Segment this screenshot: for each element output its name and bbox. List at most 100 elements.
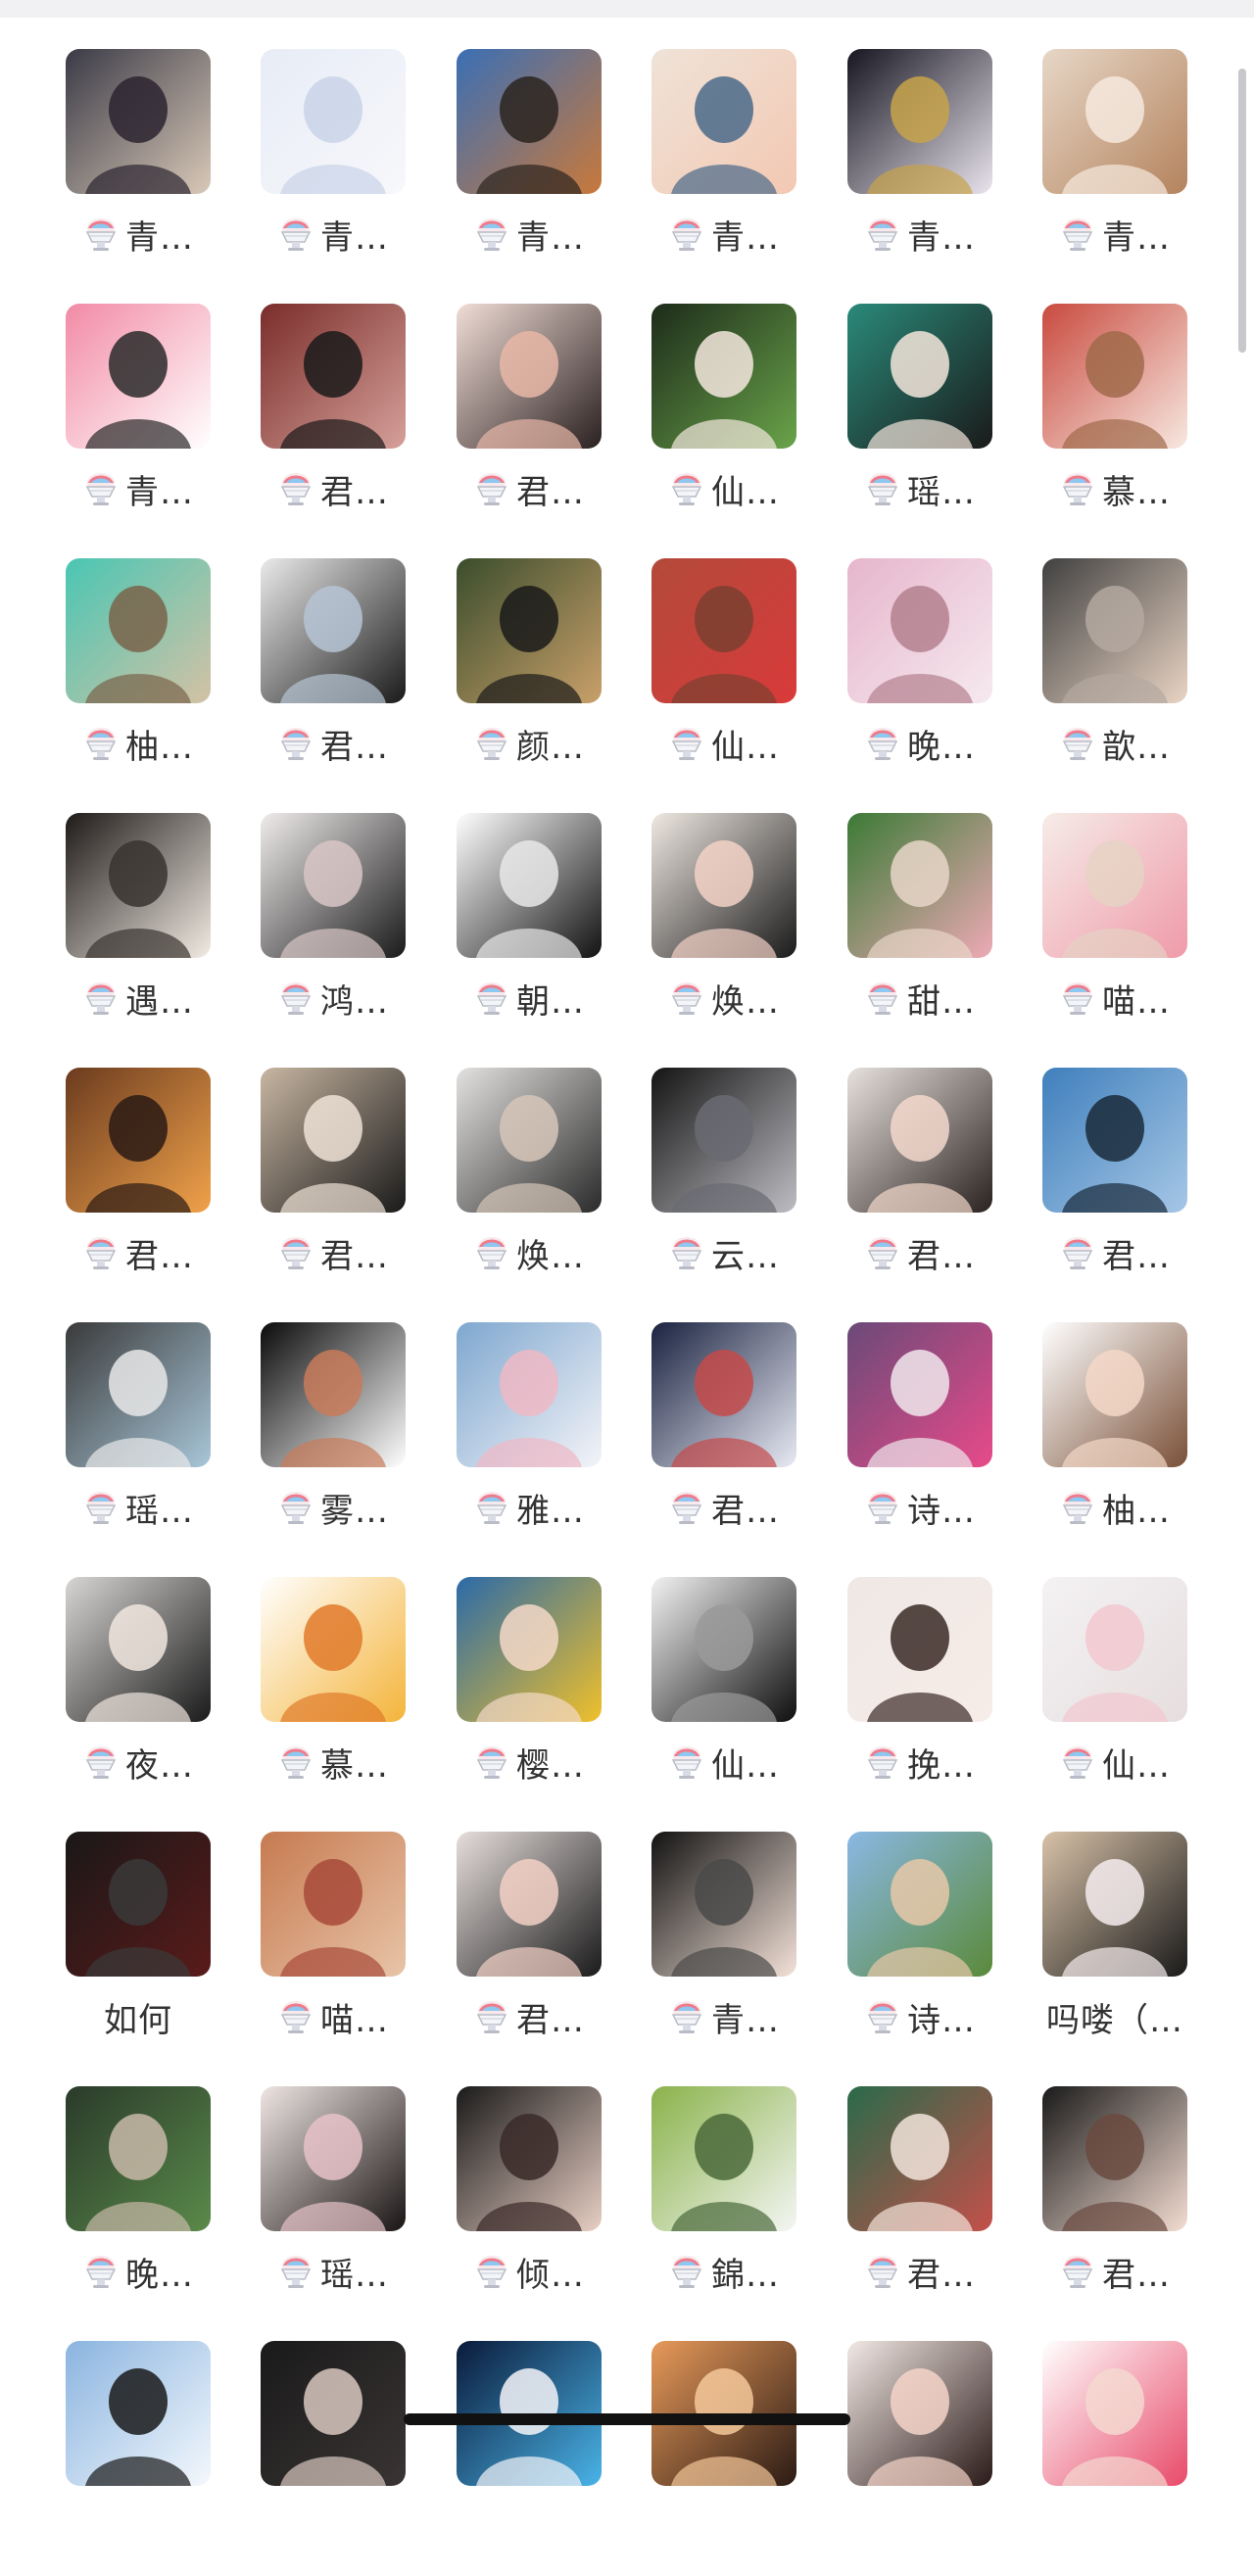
contact-cell[interactable]: 倾… bbox=[408, 2086, 603, 2321]
avatar[interactable] bbox=[261, 2086, 406, 2231]
contact-cell[interactable]: 歆… bbox=[993, 558, 1189, 793]
avatar[interactable] bbox=[66, 558, 211, 703]
contact-cell[interactable]: 樱… bbox=[408, 1577, 603, 1812]
contact-cell[interactable]: 君… bbox=[212, 1068, 408, 1303]
avatar[interactable] bbox=[1042, 813, 1187, 958]
avatar[interactable] bbox=[66, 813, 211, 958]
contact-cell[interactable]: 夜… bbox=[17, 1577, 213, 1812]
avatar[interactable] bbox=[1042, 49, 1187, 194]
contact-cell[interactable]: 遇… bbox=[17, 813, 213, 1048]
avatar[interactable] bbox=[651, 1577, 796, 1722]
contact-cell[interactable]: 晚… bbox=[798, 558, 994, 793]
contact-cell[interactable]: 诗… bbox=[798, 1832, 994, 2067]
contact-cell[interactable]: 瑶… bbox=[798, 304, 994, 539]
contact-cell[interactable]: 仙… bbox=[603, 304, 798, 539]
avatar[interactable] bbox=[1042, 304, 1187, 449]
contact-cell[interactable]: 仙… bbox=[993, 1577, 1189, 1812]
avatar[interactable] bbox=[651, 1832, 796, 1977]
contact-cell[interactable] bbox=[798, 2341, 994, 2576]
avatar[interactable] bbox=[457, 1832, 602, 1977]
avatar[interactable] bbox=[1042, 1832, 1187, 1977]
avatar[interactable] bbox=[1042, 1068, 1187, 1213]
avatar[interactable] bbox=[847, 813, 992, 958]
avatar[interactable] bbox=[261, 1068, 406, 1213]
contact-cell[interactable]: 君… bbox=[212, 304, 408, 539]
contact-cell[interactable]: 青… bbox=[603, 49, 798, 284]
contact-cell[interactable]: 青… bbox=[993, 49, 1189, 284]
avatar[interactable] bbox=[457, 49, 602, 194]
contact-cell[interactable]: 仙… bbox=[603, 1577, 798, 1812]
contact-cell[interactable]: 青… bbox=[17, 49, 213, 284]
avatar[interactable] bbox=[457, 813, 602, 958]
contact-cell[interactable]: 君… bbox=[603, 1322, 798, 1557]
contact-cell[interactable]: 瑶… bbox=[17, 1322, 213, 1557]
contact-cell[interactable]: 柚… bbox=[17, 558, 213, 793]
home-indicator[interactable] bbox=[404, 2413, 850, 2425]
contact-cell[interactable]: 仙… bbox=[603, 558, 798, 793]
avatar[interactable] bbox=[1042, 2341, 1187, 2486]
contact-cell[interactable]: 甜… bbox=[798, 813, 994, 1048]
avatar[interactable] bbox=[261, 304, 406, 449]
contact-cell[interactable]: 青… bbox=[17, 304, 213, 539]
avatar[interactable] bbox=[651, 813, 796, 958]
avatar[interactable] bbox=[261, 1322, 406, 1467]
contact-cell[interactable]: 青… bbox=[212, 49, 408, 284]
avatar[interactable] bbox=[1042, 1577, 1187, 1722]
contact-cell[interactable]: 君… bbox=[17, 1068, 213, 1303]
contact-cell[interactable]: 焕… bbox=[603, 813, 798, 1048]
contact-cell[interactable] bbox=[408, 2341, 603, 2576]
avatar[interactable] bbox=[457, 2086, 602, 2231]
contact-cell[interactable]: 君… bbox=[993, 1068, 1189, 1303]
contact-cell[interactable] bbox=[17, 2341, 213, 2576]
contact-cell[interactable]: 青… bbox=[798, 49, 994, 284]
avatar[interactable] bbox=[651, 304, 796, 449]
avatar[interactable] bbox=[847, 304, 992, 449]
avatar[interactable] bbox=[847, 1068, 992, 1213]
avatar[interactable] bbox=[457, 1577, 602, 1722]
avatar[interactable] bbox=[651, 1322, 796, 1467]
contact-cell[interactable]: 吗喽（… bbox=[993, 1832, 1189, 2067]
contact-cell[interactable]: 如何 bbox=[17, 1832, 213, 2067]
contact-cell[interactable]: 君… bbox=[212, 558, 408, 793]
contact-cell[interactable] bbox=[993, 2341, 1189, 2576]
avatar[interactable] bbox=[847, 2086, 992, 2231]
contact-cell[interactable]: 云… bbox=[603, 1068, 798, 1303]
avatar[interactable] bbox=[1042, 2086, 1187, 2231]
avatar[interactable] bbox=[847, 1832, 992, 1977]
avatar[interactable] bbox=[261, 558, 406, 703]
avatar[interactable] bbox=[847, 2341, 992, 2486]
contact-cell[interactable]: 颜… bbox=[408, 558, 603, 793]
avatar[interactable] bbox=[66, 2341, 211, 2486]
avatar[interactable] bbox=[261, 813, 406, 958]
contact-cell[interactable]: 柚… bbox=[993, 1322, 1189, 1557]
contact-cell[interactable]: 挽… bbox=[798, 1577, 994, 1812]
contact-cell[interactable]: 瑶… bbox=[212, 2086, 408, 2321]
avatar[interactable] bbox=[847, 1322, 992, 1467]
contact-cell[interactable]: 诗… bbox=[798, 1322, 994, 1557]
contact-cell[interactable]: 君… bbox=[993, 2086, 1189, 2321]
contact-cell[interactable]: 鸿… bbox=[212, 813, 408, 1048]
avatar[interactable] bbox=[457, 1068, 602, 1213]
contact-cell[interactable]: 青… bbox=[603, 1832, 798, 2067]
avatar[interactable] bbox=[1042, 1322, 1187, 1467]
contact-cell[interactable]: 錦… bbox=[603, 2086, 798, 2321]
avatar[interactable] bbox=[66, 1322, 211, 1467]
avatar[interactable] bbox=[261, 1832, 406, 1977]
scrollbar[interactable] bbox=[1238, 69, 1246, 353]
avatar[interactable] bbox=[847, 49, 992, 194]
avatar[interactable] bbox=[66, 1577, 211, 1722]
contact-cell[interactable]: 焕… bbox=[408, 1068, 603, 1303]
avatar[interactable] bbox=[457, 558, 602, 703]
avatar[interactable] bbox=[66, 1832, 211, 1977]
contact-cell[interactable]: 慕… bbox=[993, 304, 1189, 539]
avatar[interactable] bbox=[261, 1577, 406, 1722]
contact-cell[interactable]: 雾… bbox=[212, 1322, 408, 1557]
avatar[interactable] bbox=[651, 2086, 796, 2231]
avatar[interactable] bbox=[261, 2341, 406, 2486]
contact-cell[interactable]: 喵… bbox=[993, 813, 1189, 1048]
avatar[interactable] bbox=[847, 1577, 992, 1722]
contact-cell[interactable] bbox=[212, 2341, 408, 2576]
contact-cell[interactable]: 慕… bbox=[212, 1577, 408, 1812]
avatar[interactable] bbox=[457, 1322, 602, 1467]
contact-cell[interactable]: 朝… bbox=[408, 813, 603, 1048]
